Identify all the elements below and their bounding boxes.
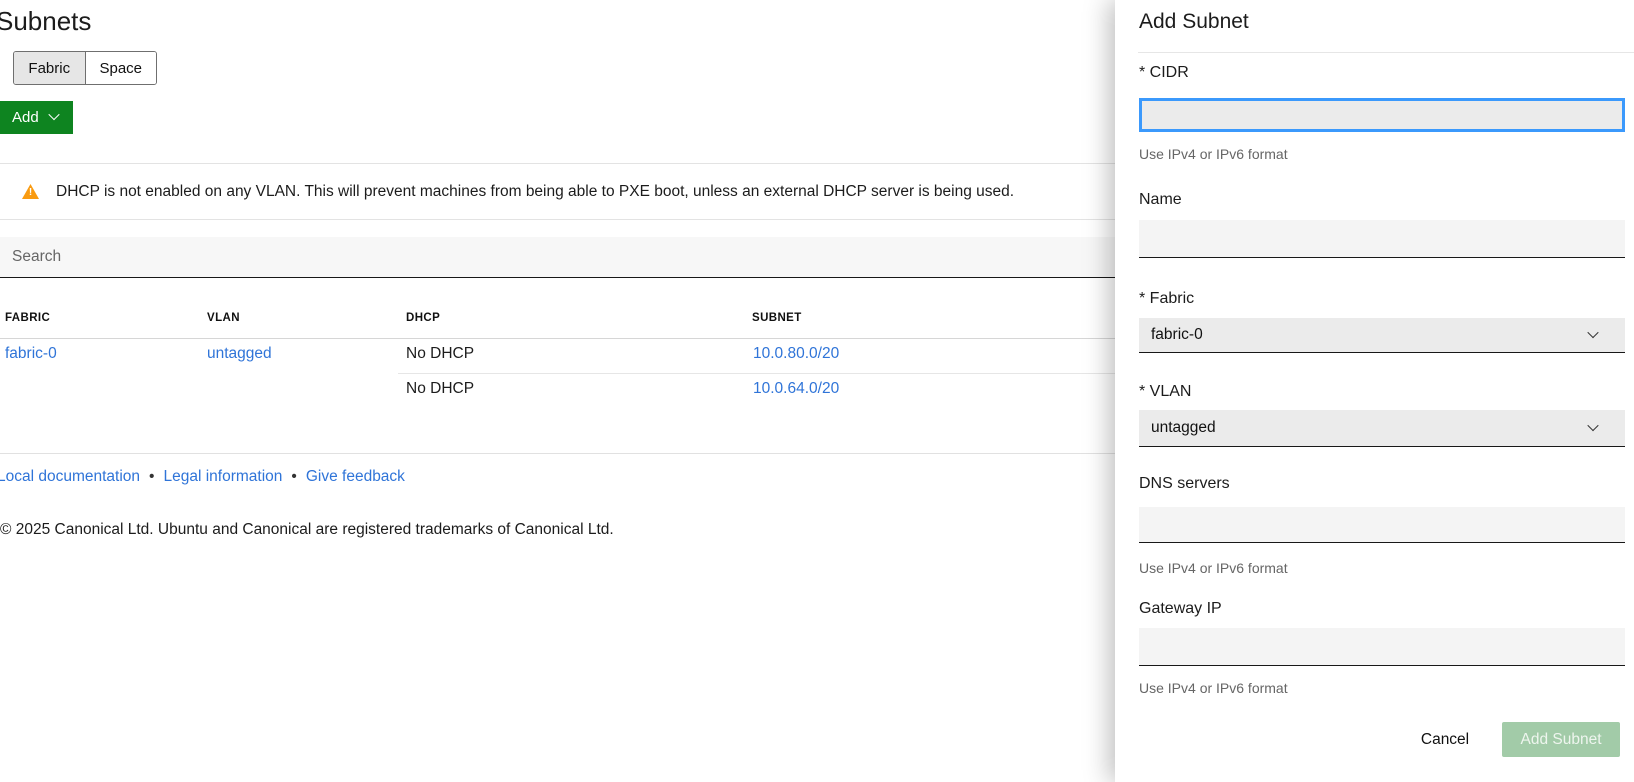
dns-servers-input[interactable]	[1139, 507, 1625, 543]
dhcp-status: No DHCP	[406, 380, 474, 398]
name-label: Name	[1139, 191, 1182, 209]
add-button-label: Add	[12, 109, 39, 126]
gateway-ip-input[interactable]	[1139, 628, 1625, 666]
separator-dot: •	[291, 468, 296, 486]
panel-title: Add Subnet	[1139, 10, 1249, 34]
vlan-link[interactable]: untagged	[207, 345, 272, 363]
fabric-link[interactable]: fabric-0	[5, 345, 57, 363]
column-header-dhcp: DHCP	[406, 312, 440, 324]
fabric-select-value: fabric-0	[1151, 326, 1203, 344]
local-documentation-link[interactable]: Local documentation	[0, 468, 140, 486]
chevron-down-icon	[1587, 326, 1598, 337]
name-input[interactable]	[1139, 220, 1625, 258]
cidr-input[interactable]	[1139, 98, 1625, 132]
dhcp-status: No DHCP	[406, 345, 474, 363]
cancel-button[interactable]: Cancel	[1405, 722, 1485, 757]
fabric-space-toggle: Fabric Space	[13, 51, 157, 85]
chevron-down-icon	[48, 108, 59, 119]
warning-text: DHCP is not enabled on any VLAN. This wi…	[56, 183, 1014, 201]
vlan-label: * VLAN	[1139, 383, 1191, 401]
toggle-option-fabric[interactable]: Fabric	[14, 52, 85, 84]
panel-title-divider	[1138, 52, 1634, 53]
subnet-link[interactable]: 10.0.64.0/20	[753, 380, 839, 398]
vlan-select-value: untagged	[1151, 419, 1216, 437]
warning-icon	[22, 184, 39, 199]
copyright-notice: © 2025 Canonical Ltd. Ubuntu and Canonic…	[0, 521, 614, 539]
page-title: Subnets	[0, 6, 91, 37]
dns-helper-text: Use IPv4 or IPv6 format	[1139, 560, 1288, 576]
give-feedback-link[interactable]: Give feedback	[306, 468, 405, 486]
column-header-vlan: VLAN	[207, 312, 240, 324]
legal-information-link[interactable]: Legal information	[163, 468, 282, 486]
fabric-select[interactable]: fabric-0	[1139, 318, 1625, 353]
cidr-label: * CIDR	[1139, 64, 1189, 82]
gateway-ip-label: Gateway IP	[1139, 600, 1222, 618]
cidr-helper-text: Use IPv4 or IPv6 format	[1139, 146, 1288, 162]
footer-links: Local documentation • Legal information …	[0, 468, 405, 486]
column-header-fabric: FABRIC	[5, 312, 50, 324]
column-header-subnet: SUBNET	[752, 312, 802, 324]
add-subnet-submit-button[interactable]: Add Subnet	[1502, 722, 1620, 757]
separator-dot: •	[149, 468, 154, 486]
add-subnet-panel: Add Subnet * CIDR Use IPv4 or IPv6 forma…	[1115, 0, 1634, 782]
add-button[interactable]: Add	[0, 101, 73, 134]
dns-servers-label: DNS servers	[1139, 475, 1230, 493]
toggle-option-space[interactable]: Space	[85, 52, 157, 84]
chevron-down-icon	[1587, 419, 1598, 430]
fabric-label: * Fabric	[1139, 290, 1194, 308]
gateway-helper-text: Use IPv4 or IPv6 format	[1139, 680, 1288, 696]
subnet-link[interactable]: 10.0.80.0/20	[753, 345, 839, 363]
vlan-select[interactable]: untagged	[1139, 410, 1625, 447]
